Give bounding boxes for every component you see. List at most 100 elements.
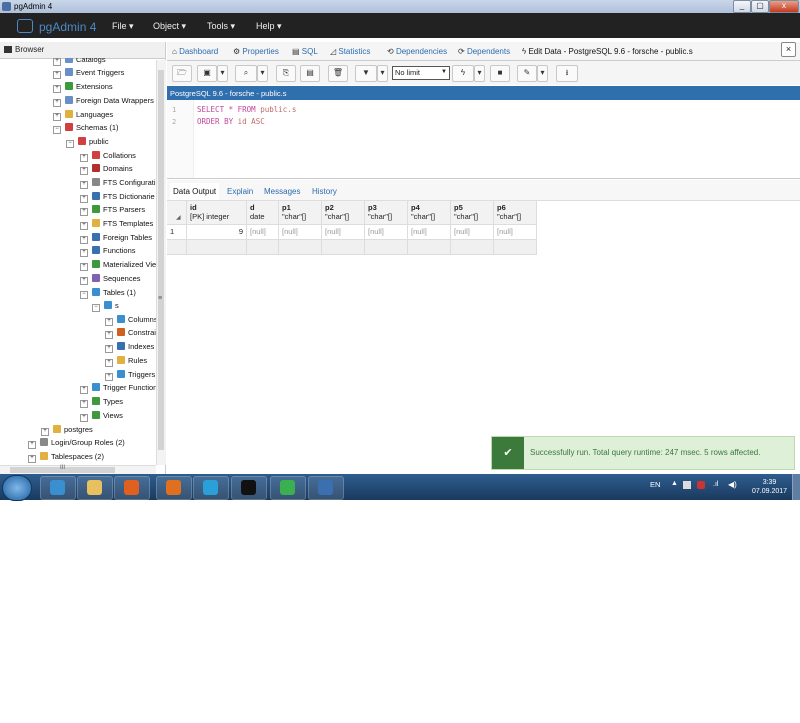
find-icon[interactable]: ⌕	[235, 65, 257, 82]
tab-dashboard[interactable]: ⌂ Dashboard	[172, 47, 218, 56]
new-row-cell[interactable]	[365, 240, 408, 255]
expand-icon[interactable]: +	[80, 400, 88, 408]
expand-icon[interactable]: +	[80, 249, 88, 257]
tree-node[interactable]: + Sequences	[80, 274, 141, 285]
tab-statistics[interactable]: ◿ Statistics	[330, 47, 370, 56]
expand-icon[interactable]: +	[80, 263, 88, 271]
tab-edit[interactable]: ϟ Edit Data - PostgreSQL 9.6 - forsche -…	[522, 47, 693, 56]
column-header[interactable]: p3 "char"[]	[365, 201, 408, 225]
tree-node[interactable]: − Schemas (1)	[53, 123, 119, 134]
execute-dropdown-icon[interactable]: ▾	[474, 65, 485, 82]
tab-messages[interactable]: Messages	[264, 187, 300, 196]
tree-node[interactable]: + Trigger Function	[80, 383, 156, 394]
new-row-cell[interactable]	[408, 240, 451, 255]
taskbar-app-pycharm[interactable]	[270, 476, 306, 500]
tree-node[interactable]: + Materialized Vie	[80, 260, 156, 271]
expand-icon[interactable]: +	[80, 414, 88, 422]
collapse-icon[interactable]: −	[92, 304, 100, 312]
taskbar-app-telegram[interactable]	[193, 476, 229, 500]
collapse-icon[interactable]: −	[53, 126, 61, 134]
expand-icon[interactable]: +	[28, 455, 36, 463]
table-cell[interactable]: [null]	[408, 225, 451, 240]
network-icon[interactable]: .ıl	[713, 481, 718, 488]
tree-scroll-thumb[interactable]	[158, 70, 164, 450]
filter-dropdown-icon[interactable]: ▾	[377, 65, 388, 82]
edit-icon[interactable]: ✎	[517, 65, 537, 82]
clock[interactable]: 3:39 07.09.2017	[752, 478, 787, 496]
tree-node[interactable]: + Columns	[105, 315, 156, 326]
open-file-icon[interactable]: 🗁	[172, 65, 192, 82]
tree-node[interactable]: + Domains	[80, 164, 133, 175]
save-icon[interactable]: ▣	[197, 65, 217, 82]
stop-icon[interactable]: ■	[490, 65, 510, 82]
close-window-button[interactable]: x	[769, 0, 799, 13]
taskbar-app-explorer[interactable]	[77, 476, 113, 500]
tree-node[interactable]: + Rules	[105, 356, 147, 367]
menu-tools[interactable]: Tools ▾	[207, 21, 235, 32]
column-header[interactable]: p6 "char"[]	[494, 201, 537, 225]
tree-node[interactable]: + Indexes	[105, 342, 154, 353]
table-cell[interactable]: [null]	[451, 225, 494, 240]
expand-icon[interactable]: +	[28, 441, 36, 449]
tree-node[interactable]: + Catalogs	[53, 58, 106, 66]
expand-icon[interactable]: +	[80, 236, 88, 244]
tab-sql[interactable]: ▤ SQL	[292, 47, 318, 56]
tree-node[interactable]: + FTS Templates	[80, 219, 153, 230]
tree-node[interactable]: + Collations	[80, 151, 136, 162]
tree-vertical-scrollbar[interactable]: ≡	[156, 60, 166, 465]
new-row-cell[interactable]	[322, 240, 365, 255]
expand-icon[interactable]: +	[53, 71, 61, 79]
column-header[interactable]: p4 "char"[]	[408, 201, 451, 225]
expand-icon[interactable]: +	[53, 99, 61, 107]
tree-node[interactable]: − Tables (1)	[80, 288, 136, 299]
tray-expand-icon[interactable]: ▲	[671, 480, 678, 487]
collapse-icon[interactable]: −	[80, 291, 88, 299]
tree-node[interactable]: + Views	[80, 411, 123, 422]
expand-icon[interactable]: +	[80, 222, 88, 230]
column-header[interactable]: p5 "char"[]	[451, 201, 494, 225]
taskbar-app-ie[interactable]	[40, 476, 76, 500]
row-limit-select[interactable]: No limit ▼	[392, 66, 450, 80]
tree-node[interactable]: + Functions	[80, 246, 136, 257]
menu-file[interactable]: File ▾	[112, 21, 134, 32]
tab-dependents[interactable]: ⟳ Dependents	[458, 47, 510, 56]
execute-icon[interactable]: ϟ	[452, 65, 474, 82]
expand-icon[interactable]: +	[80, 181, 88, 189]
expand-icon[interactable]: +	[80, 154, 88, 162]
copy-icon[interactable]: ⎘	[276, 65, 296, 82]
edit-dropdown-icon[interactable]: ▾	[537, 65, 548, 82]
select-all-corner[interactable]: ◢	[167, 201, 187, 225]
tree-node[interactable]: + FTS Dictionarie	[80, 192, 155, 203]
show-desktop-button[interactable]	[792, 474, 800, 500]
filter-icon[interactable]: ▼	[355, 65, 377, 82]
expand-icon[interactable]: +	[80, 195, 88, 203]
expand-icon[interactable]: +	[105, 345, 113, 353]
expand-icon[interactable]: +	[80, 386, 88, 394]
new-row-cell[interactable]	[451, 240, 494, 255]
new-row-cell[interactable]	[279, 240, 322, 255]
taskbar-app-terminal[interactable]	[231, 476, 267, 500]
tree-node[interactable]: + FTS Parsers	[80, 205, 145, 216]
new-row-cell[interactable]	[247, 240, 279, 255]
tree-node[interactable]: + Types	[80, 397, 123, 408]
tree-node[interactable]: + FTS Configurati	[80, 178, 156, 189]
column-header[interactable]: p2 "char"[]	[322, 201, 365, 225]
tab-explain[interactable]: Explain	[227, 187, 253, 196]
tree-node[interactable]: + postgres	[41, 425, 93, 436]
tree-node[interactable]: + Foreign Data Wrappers	[53, 96, 154, 107]
taskbar-app-media[interactable]	[114, 476, 150, 500]
expand-icon[interactable]: +	[80, 167, 88, 175]
new-row-cell[interactable]	[494, 240, 537, 255]
row-number[interactable]: 1	[167, 225, 187, 240]
tree-node[interactable]: + Languages	[53, 110, 113, 121]
taskbar-app-pgadmin[interactable]	[308, 476, 344, 500]
table-cell[interactable]: [null]	[279, 225, 322, 240]
menu-object[interactable]: Object ▾	[153, 21, 186, 32]
column-header[interactable]: p1 "char"[]	[279, 201, 322, 225]
language-indicator[interactable]: EN	[650, 480, 660, 489]
security-icon[interactable]	[697, 481, 705, 489]
column-header[interactable]: d date	[247, 201, 279, 225]
expand-icon[interactable]: +	[105, 331, 113, 339]
tab-data-output[interactable]: Data Output	[170, 183, 220, 200]
taskbar-app-firefox[interactable]	[156, 476, 192, 500]
